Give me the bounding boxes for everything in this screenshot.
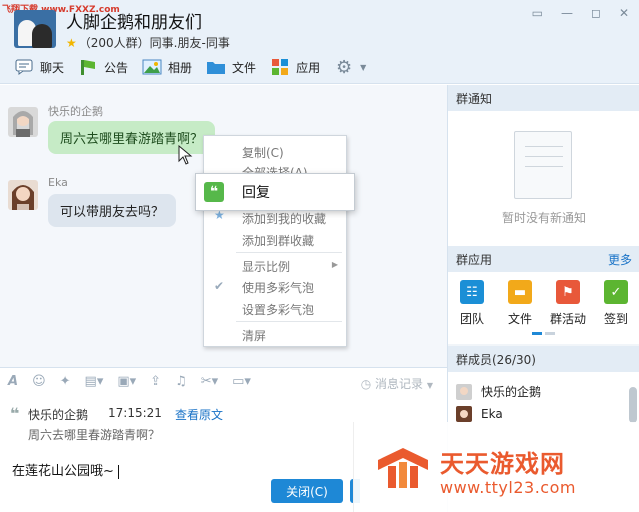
menu-divider xyxy=(236,321,342,322)
photo-icon xyxy=(142,58,162,76)
brand-url: www.ttyl23.com xyxy=(440,478,576,497)
apps-pager[interactable] xyxy=(532,332,555,335)
menu-divider xyxy=(236,252,342,253)
flag-icon xyxy=(78,58,98,76)
context-menu: 复制(C) 全部选择(A) 添加到我的收藏 ★ 添加到群收藏 显示比例 ▶ ✔ … xyxy=(203,135,347,347)
avatar xyxy=(456,406,472,422)
group-subtitle: ★ （200人群）同事.朋友-同事 xyxy=(66,36,230,50)
scissors-icon[interactable]: ✂▾ xyxy=(201,374,218,389)
skin-button[interactable]: ▭ xyxy=(532,6,543,20)
toolbar: 聊天 公告 相册 文件 应用 ⚙ ▼ xyxy=(14,56,380,78)
magic-wand-icon[interactable]: ✦ xyxy=(60,374,71,389)
menu-item-display-ratio[interactable]: 显示比例 xyxy=(242,258,290,275)
notice-empty-text: 暂时没有新通知 xyxy=(501,211,586,225)
chat-tab[interactable]: 聊天 xyxy=(14,56,64,78)
menu-item-add-my-favorites[interactable]: 添加到我的收藏 xyxy=(242,210,326,227)
notice-header: 群通知 xyxy=(448,85,639,111)
menu-item-reply[interactable]: ❝ 回复 xyxy=(195,173,355,211)
event-icon: ⚑ xyxy=(556,280,580,304)
quote-icon: ❝ xyxy=(204,182,224,202)
clock-icon: ◷ xyxy=(360,377,372,391)
chat-header: 飞翔下载 www.FXXZ.com 人脚企鹅和朋友们 ★ （200人群）同事.朋友… xyxy=(0,0,639,84)
chevron-down-icon: ▼ xyxy=(360,62,367,72)
quote-sender: 快乐的企鹅 xyxy=(28,408,89,422)
quote-icon: ❝ xyxy=(10,404,20,423)
avatar[interactable] xyxy=(8,107,38,137)
mouse-cursor-icon xyxy=(178,145,193,165)
menu-item-copy[interactable]: 复制(C) xyxy=(242,144,284,161)
members-header: 群成员(26/30) xyxy=(448,346,639,372)
apps-grid-icon xyxy=(270,58,290,76)
checkin-icon: ✓ xyxy=(604,280,628,304)
album-tab[interactable]: 相册 xyxy=(142,56,192,78)
member-item[interactable]: Eka xyxy=(456,406,503,422)
view-original-link[interactable]: 查看原文 xyxy=(175,406,223,423)
upload-icon[interactable]: ⇪ xyxy=(150,374,161,389)
apps-tab[interactable]: 应用 xyxy=(270,56,320,78)
menu-item-use-colorful-bubble[interactable]: 使用多彩气泡 xyxy=(242,279,314,296)
team-icon: ☷ xyxy=(460,280,484,304)
menu-item-add-group-favorites[interactable]: 添加到群收藏 xyxy=(242,232,314,249)
window-controls: ▭ — ◻ ✕ xyxy=(532,6,629,20)
quote-time: 17:15:21 xyxy=(108,406,162,420)
brand-logo-icon xyxy=(378,448,428,488)
notice-tab[interactable]: 公告 xyxy=(78,56,128,78)
maximize-button[interactable]: ◻ xyxy=(591,6,601,20)
more-apps-link[interactable]: 更多 xyxy=(608,251,632,268)
message-bubble[interactable]: 可以带朋友去吗？ xyxy=(48,194,177,227)
group-avatar[interactable] xyxy=(14,10,56,48)
brand-watermark: 天天游戏网 www.ttyl23.com xyxy=(353,422,639,512)
member-scrollbar[interactable] xyxy=(629,387,637,423)
folder-icon: ▬ xyxy=(508,280,532,304)
avatar[interactable] xyxy=(8,180,38,210)
chevron-right-icon: ▶ xyxy=(331,260,338,269)
avatar xyxy=(456,383,472,400)
settings-menu[interactable]: ⚙ ▼ xyxy=(334,56,366,78)
group-title: 人脚企鹅和朋友们 xyxy=(66,13,202,33)
more-icon[interactable]: ▭▾ xyxy=(232,374,251,389)
message-history-button[interactable]: ◷ 消息记录 ▼ xyxy=(361,375,433,392)
message-input[interactable]: 在莲花山公园哦~ xyxy=(12,460,119,479)
menu-item-set-colorful-bubble[interactable]: 设置多彩气泡 xyxy=(242,301,314,318)
chevron-down-icon: ▼ xyxy=(426,381,433,390)
input-toolbar: A ☺ ✦ ▤▾ ▣▾ ⇪ ♫ ✂▾ ▭▾ xyxy=(8,374,251,389)
star-icon: ★ xyxy=(66,36,77,50)
chat-icon xyxy=(14,58,34,76)
app-team[interactable]: ☷ 团队 xyxy=(450,280,494,344)
notice-board-icon xyxy=(514,131,572,199)
gear-icon: ⚙ xyxy=(336,56,353,78)
sender-name: 快乐的企鹅 xyxy=(48,105,103,118)
image-icon[interactable]: ▣▾ xyxy=(117,374,136,389)
quote-text: 周六去哪里春游踏青啊？ xyxy=(28,428,161,442)
emoji-icon[interactable]: ☺ xyxy=(32,374,46,389)
folder-icon xyxy=(206,58,226,76)
app-checkin[interactable]: ✓ 签到 xyxy=(594,280,638,344)
font-icon[interactable]: A xyxy=(8,374,18,389)
minimize-button[interactable]: — xyxy=(561,6,573,20)
file-tab[interactable]: 文件 xyxy=(206,56,256,78)
close-window-button[interactable]: ✕ xyxy=(619,6,629,20)
gift-icon[interactable]: ▤▾ xyxy=(85,374,104,389)
apps-header: 群应用 更多 xyxy=(448,246,639,272)
close-button[interactable]: 关闭(C) xyxy=(271,479,343,503)
music-icon[interactable]: ♫ xyxy=(175,374,187,389)
checkmark-icon: ✔ xyxy=(214,279,225,293)
menu-item-clear-screen[interactable]: 清屏 xyxy=(242,327,266,344)
member-item[interactable]: 快乐的企鹅 xyxy=(456,383,541,400)
sender-name: Eka xyxy=(48,176,68,189)
brand-name: 天天游戏网 xyxy=(440,450,565,478)
notice-box: 暂时没有新通知 xyxy=(448,111,639,246)
